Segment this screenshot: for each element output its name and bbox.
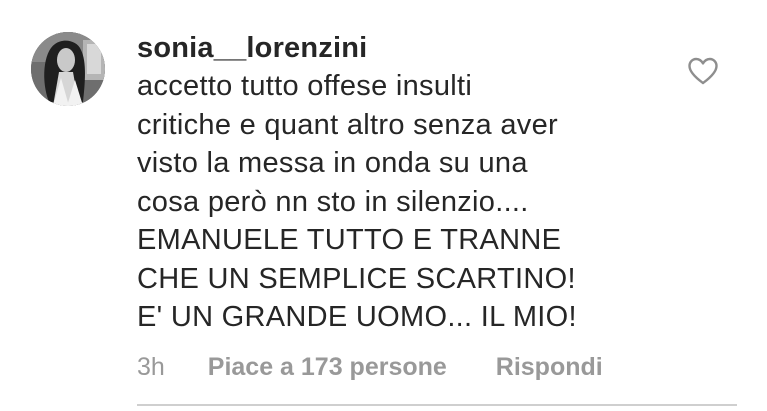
likes-link[interactable]: Piace a 173 persone xyxy=(208,352,447,382)
avatar[interactable] xyxy=(31,32,105,106)
divider xyxy=(137,404,737,406)
comment-text-line: CHE UN SEMPLICE SCARTINO! xyxy=(137,262,576,295)
comment-body: sonia__lorenzini accetto tutto offese in… xyxy=(137,30,677,337)
comment-text: accetto tutto offese insulti critiche e … xyxy=(137,67,677,337)
timestamp: 3h xyxy=(137,353,165,381)
comment-text-line: visto la messa in onda su una xyxy=(137,147,528,179)
comment-text-line: cosa però nn sto in silenzio.... xyxy=(137,185,529,218)
comment-meta: 3h Piace a 173 persone Rispondi xyxy=(137,352,603,382)
reply-button[interactable]: Rispondi xyxy=(496,352,603,382)
comment: sonia__lorenzini accetto tutto offese in… xyxy=(0,0,767,411)
comment-text-line: E' UN GRANDE UOMO... IL MIO! xyxy=(137,301,577,333)
comment-text-line: critiche e quant altro senza aver xyxy=(137,108,558,141)
comment-text-line: EMANUELE TUTTO E TRANNE xyxy=(137,224,562,256)
avatar-image xyxy=(31,32,105,106)
heart-outline-icon[interactable] xyxy=(687,57,719,85)
username[interactable]: sonia__lorenzini xyxy=(137,30,677,66)
comment-text-line: accetto tutto offese insulti xyxy=(137,70,473,102)
